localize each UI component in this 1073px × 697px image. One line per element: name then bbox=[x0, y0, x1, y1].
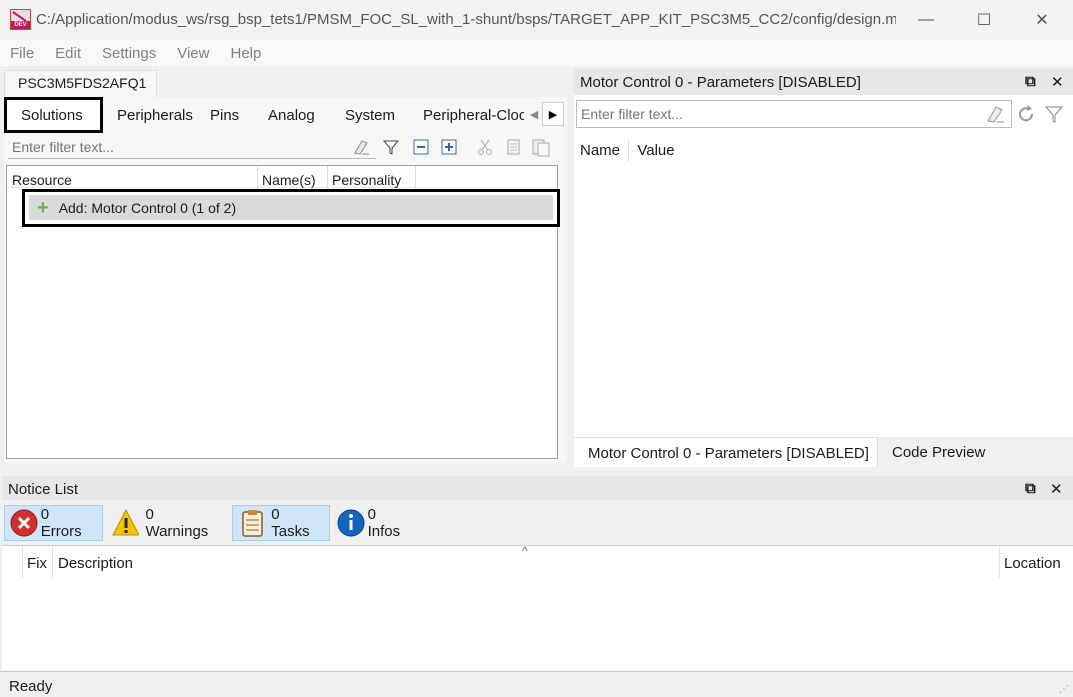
solutions-filter-row bbox=[6, 133, 564, 160]
notice-list-panel: Notice List ⧉ ✕ 0 Errors 0 Warnings 0 Ta… bbox=[2, 476, 1073, 670]
device-editor-tab[interactable]: PSC3M5FDS2AFQ1 bbox=[4, 70, 157, 98]
errors-filter-button[interactable]: 0 Errors bbox=[4, 505, 103, 541]
infos-label: 0 Infos bbox=[367, 506, 401, 540]
col-description[interactable]: Description bbox=[58, 555, 133, 572]
close-panel-icon[interactable]: ✕ bbox=[1050, 480, 1063, 498]
warning-icon bbox=[112, 508, 140, 536]
infos-filter-button[interactable]: 0 Infos bbox=[332, 505, 422, 541]
tree-row-motor-control[interactable]: + Add: Motor Control 0 (1 of 2) bbox=[22, 189, 560, 227]
notice-list-header: Notice List ⧉ ✕ bbox=[2, 476, 1073, 500]
col-location[interactable]: Location bbox=[1004, 555, 1061, 572]
minimize-button[interactable]: — bbox=[897, 0, 955, 40]
collapse-all-icon[interactable] bbox=[410, 136, 432, 158]
errors-label: 0 Errors bbox=[40, 506, 82, 540]
info-icon bbox=[337, 509, 365, 537]
tab-analog[interactable]: Analog bbox=[254, 97, 331, 133]
tab-code-preview[interactable]: Code Preview bbox=[880, 437, 990, 467]
menu-edit[interactable]: Edit bbox=[55, 45, 81, 62]
app-icon: DEV bbox=[10, 9, 31, 30]
solutions-filter-input[interactable] bbox=[8, 135, 376, 159]
notice-list-title: Notice List bbox=[8, 481, 79, 498]
parameters-title: Motor Control 0 - Parameters [DISABLED] bbox=[580, 74, 861, 91]
sort-ascending-icon: ^ bbox=[522, 544, 528, 558]
tab-peripherals[interactable]: Peripherals bbox=[103, 97, 196, 133]
menu-settings[interactable]: Settings bbox=[102, 45, 156, 62]
scroll-right-icon[interactable]: ▶ bbox=[542, 102, 564, 126]
restore-icon[interactable]: ⧉ bbox=[1025, 73, 1036, 90]
status-text: Ready bbox=[9, 678, 53, 695]
tasks-filter-button[interactable]: 0 Tasks bbox=[232, 505, 330, 541]
menu-bar: File Edit Settings View Help bbox=[0, 40, 1073, 66]
filter-icon[interactable] bbox=[1044, 104, 1064, 127]
filter-icon[interactable] bbox=[380, 136, 402, 158]
col-fix[interactable]: Fix bbox=[27, 555, 47, 572]
parameters-panel: Motor Control 0 - Parameters [DISABLED] … bbox=[574, 69, 1073, 467]
restore-icon[interactable]: ⧉ bbox=[1025, 480, 1036, 497]
col-name[interactable]: Name bbox=[580, 142, 620, 159]
parameters-filter-input[interactable] bbox=[576, 100, 1012, 128]
tree-header: Resource Name(s) Personality bbox=[7, 166, 557, 188]
cut-icon[interactable] bbox=[474, 136, 496, 158]
clear-filter-icon[interactable] bbox=[350, 136, 372, 158]
col-personality[interactable]: Personality bbox=[332, 172, 401, 188]
parameters-columns: Name Value bbox=[580, 140, 675, 162]
clear-filter-icon[interactable] bbox=[985, 104, 1005, 127]
tasks-icon bbox=[242, 510, 263, 537]
plus-icon: + bbox=[37, 196, 49, 219]
close-button[interactable]: ✕ bbox=[1013, 0, 1071, 40]
warnings-label: 0 Warnings bbox=[145, 506, 209, 540]
tab-system[interactable]: System bbox=[331, 97, 409, 133]
col-resource[interactable]: Resource bbox=[12, 172, 72, 188]
menu-view[interactable]: View bbox=[177, 45, 209, 62]
copy-icon[interactable] bbox=[502, 136, 524, 158]
refresh-icon[interactable] bbox=[1017, 104, 1037, 127]
window-title: C:/Application/modus_ws/rsg_bsp_tets1/PM… bbox=[36, 11, 896, 28]
col-names[interactable]: Name(s) bbox=[262, 172, 316, 188]
device-configurator-panel: Solutions Peripherals Pins Analog System… bbox=[4, 97, 567, 463]
parameters-header: Motor Control 0 - Parameters [DISABLED] … bbox=[574, 69, 1073, 95]
row-label: Add: Motor Control 0 (1 of 2) bbox=[58, 199, 237, 216]
notice-table-header: Fix Description ^ Location bbox=[2, 544, 1073, 578]
error-icon bbox=[10, 509, 38, 537]
maximize-button[interactable]: ☐ bbox=[955, 0, 1013, 40]
tab-solutions[interactable]: Solutions bbox=[4, 97, 103, 133]
close-panel-icon[interactable]: ✕ bbox=[1051, 73, 1064, 91]
col-value[interactable]: Value bbox=[637, 142, 674, 159]
paste-icon[interactable] bbox=[530, 136, 552, 158]
title-bar: DEV C:/Application/modus_ws/rsg_bsp_tets… bbox=[0, 0, 1073, 40]
tab-pins[interactable]: Pins bbox=[196, 97, 254, 133]
menu-help[interactable]: Help bbox=[230, 45, 261, 62]
status-bar: Ready ⋰ bbox=[0, 671, 1073, 697]
tasks-label: 0 Tasks bbox=[271, 506, 310, 540]
notice-filters: 0 Errors 0 Warnings 0 Tasks 0 Infos bbox=[2, 500, 1073, 546]
menu-file[interactable]: File bbox=[10, 45, 34, 62]
warnings-filter-button[interactable]: 0 Warnings bbox=[107, 505, 227, 541]
app-icon-label: DEV bbox=[11, 21, 30, 29]
parameters-bottom-tabs: Motor Control 0 - Parameters [DISABLED] … bbox=[574, 437, 1073, 467]
tab-parameters[interactable]: Motor Control 0 - Parameters [DISABLED] bbox=[574, 437, 878, 467]
resize-grip-icon[interactable]: ⋰ bbox=[1059, 684, 1069, 695]
expand-all-icon[interactable] bbox=[438, 136, 460, 158]
configurator-tabs: Solutions Peripherals Pins Analog System… bbox=[4, 97, 567, 133]
tab-peripheral-clocks[interactable]: Peripheral-Cloc bbox=[409, 97, 524, 133]
